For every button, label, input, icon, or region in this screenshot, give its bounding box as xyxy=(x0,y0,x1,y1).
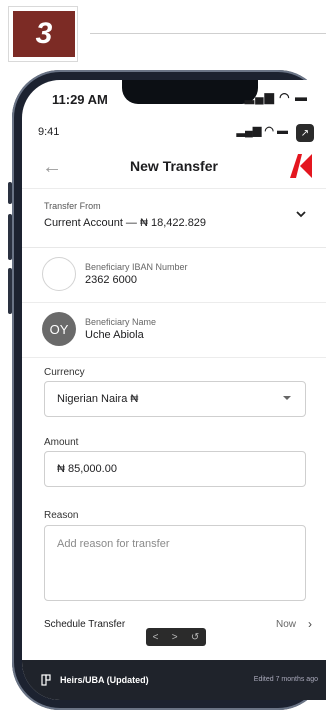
currency-label: Currency xyxy=(44,367,85,378)
beneficiary-iban-value: 2362 6000 xyxy=(85,274,137,286)
amount-input[interactable]: ₦ 85,000.00 xyxy=(44,451,306,487)
transfer-from-label: Transfer From xyxy=(44,201,101,211)
transfer-from-value: Current Account — ₦ 18,422.829 xyxy=(44,217,207,229)
beneficiary-name-value: Uche Abiola xyxy=(85,329,144,341)
transfer-from-select[interactable]: Transfer From Current Account — ₦ 18,422… xyxy=(22,189,326,248)
dropdown-caret-icon xyxy=(283,396,291,400)
app-header: ← New Transfer xyxy=(22,146,326,189)
phone-side-button-silent xyxy=(8,182,12,204)
amount-label: Amount xyxy=(44,437,79,448)
edited-timestamp: Edited 7 months ago xyxy=(253,676,318,683)
nav-next-button[interactable]: > xyxy=(172,632,178,643)
currency-value: Nigerian Naira ₦ xyxy=(57,393,139,405)
file-title[interactable]: Heirs/UBA (Updated) xyxy=(60,675,149,685)
status-time: 11:29 AM xyxy=(52,92,108,107)
beneficiary-avatar-placeholder xyxy=(42,257,76,291)
page-title: New Transfer xyxy=(130,158,218,174)
step-badge: 3 xyxy=(13,11,75,57)
inner-status-time: 9:41 xyxy=(38,126,60,138)
step-divider xyxy=(90,33,326,34)
phone-screen: 11:29 AM ▂▄▆ ◠ ▬ 9:41 ▂▄▆ ◠ ▬ ↗ ← New Tr… xyxy=(22,80,326,700)
brand-logo-icon xyxy=(290,154,312,178)
beneficiary-name-row[interactable]: OY Beneficiary Name Uche Abiola xyxy=(22,303,326,358)
phone-side-button-volume-down xyxy=(8,268,12,314)
beneficiary-iban-row[interactable]: Beneficiary IBAN Number 2362 6000 xyxy=(22,248,326,303)
amount-value: ₦ 85,000.00 xyxy=(57,463,117,475)
phone-notch xyxy=(122,80,258,104)
prototype-footer: Heirs/UBA (Updated) Edited 7 months ago xyxy=(22,660,326,700)
status-bar-outer: 11:29 AM ▂▄▆ ◠ ▬ xyxy=(22,80,326,120)
nav-prev-button[interactable]: < xyxy=(153,632,159,643)
step-frame: 3 xyxy=(8,6,78,62)
transfer-form: Transfer From Current Account — ₦ 18,422… xyxy=(22,189,326,659)
figma-file-icon xyxy=(41,674,51,686)
schedule-transfer-value: Now xyxy=(275,619,296,630)
reason-textarea[interactable]: Add reason for transfer xyxy=(44,525,306,601)
prototype-nav-controls: < > ↺ xyxy=(146,628,206,646)
reason-placeholder: Add reason for transfer xyxy=(57,538,170,550)
beneficiary-name-label: Beneficiary Name xyxy=(85,317,157,327)
status-icons: ▂▄▆ ◠ ▬ xyxy=(244,90,308,104)
beneficiary-iban-label: Beneficiary IBAN Number xyxy=(85,262,188,272)
status-bar-inner: 9:41 ▂▄▆ ◠ ▬ ↗ xyxy=(22,120,326,146)
beneficiary-avatar: OY xyxy=(42,312,76,346)
currency-select[interactable]: Nigerian Naira ₦ xyxy=(44,381,306,417)
chevron-right-icon[interactable]: › xyxy=(308,617,312,631)
reason-label: Reason xyxy=(44,510,79,521)
phone-side-button-volume-up xyxy=(8,214,12,260)
expand-icon[interactable]: ↗ xyxy=(296,124,314,142)
schedule-transfer-label: Schedule Transfer xyxy=(44,619,126,630)
chevron-down-icon[interactable] xyxy=(296,209,306,219)
refresh-icon[interactable]: ↺ xyxy=(191,632,199,643)
inner-status-icons: ▂▄▆ ◠ ▬ xyxy=(236,125,288,137)
